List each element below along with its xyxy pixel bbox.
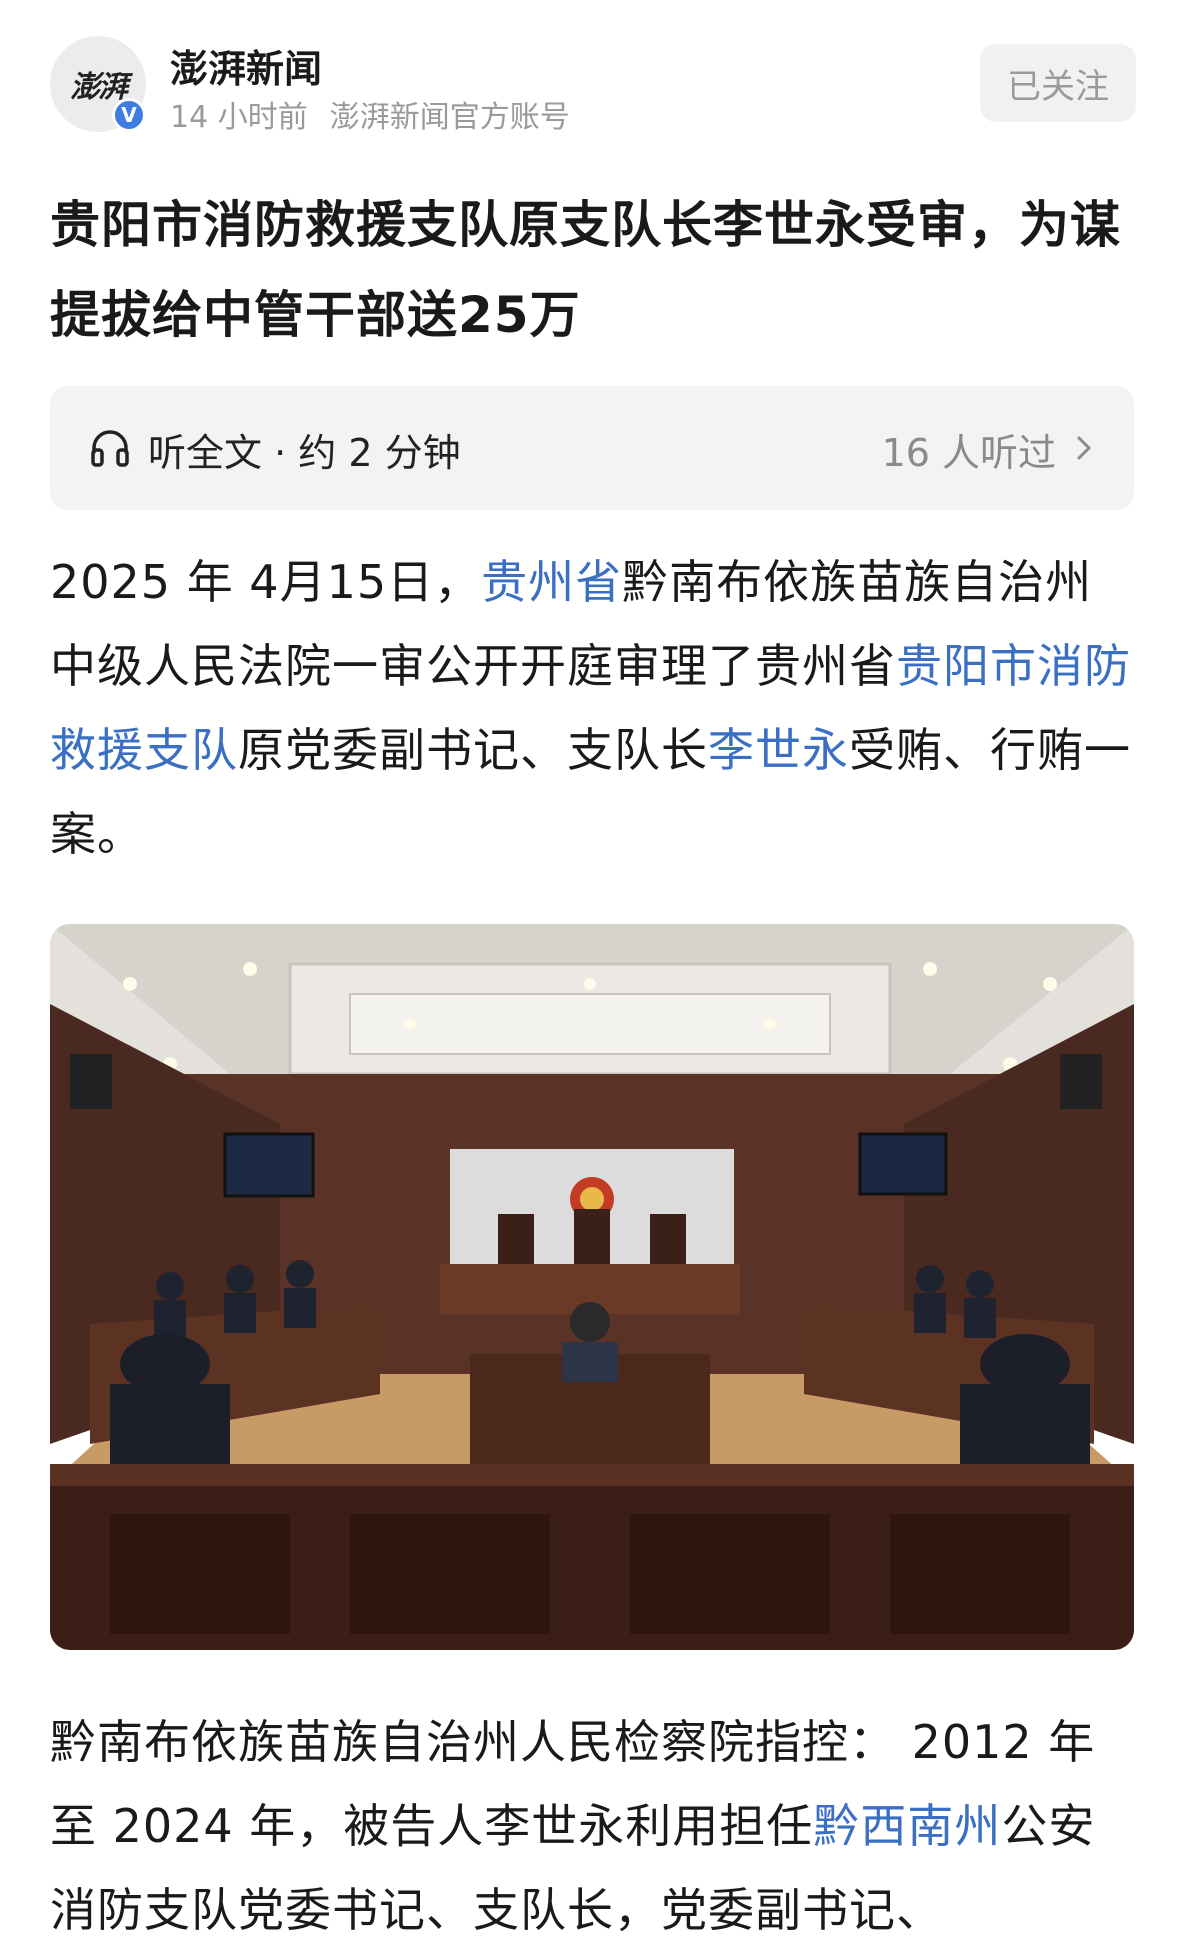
chevron-right-icon (1077, 436, 1091, 460)
paragraph-text: 2025 年 4月15日， (50, 555, 482, 609)
avatar[interactable]: 澎湃 V (50, 36, 146, 132)
listen-bar[interactable]: 听全文 · 约 2 分钟 16 人听过 (50, 386, 1134, 510)
entity-link-qianxinan[interactable]: 黔西南州 (813, 1799, 1001, 1853)
entity-link-guizhou[interactable]: 贵州省 (481, 555, 622, 609)
article-title: 贵阳市消防救援支队原支队长李世永受审，为谋提拔给中管干部送25万 (50, 196, 1121, 344)
author-meta: 14 小时前 澎湃新闻官方账号 (170, 92, 570, 136)
article-photo[interactable] (50, 924, 1134, 1650)
article-header: 澎湃 V 澎湃新闻 14 小时前 澎湃新闻官方账号 已关注 (50, 36, 1136, 136)
paragraph-text: 原党委副书记、支队长 (238, 723, 708, 777)
author-name[interactable]: 澎湃新闻 (170, 38, 322, 93)
article-paragraph: 2025 年 4月15日，贵州省黔南布依族苗族自治州中级人民法院一审公开开庭审理… (50, 540, 1134, 876)
verified-badge-icon: V (112, 98, 146, 132)
article-paragraph: 黔南布依族苗族自治州人民检察院指控： 2012 年至 2024 年，被告人李世永… (50, 1700, 1134, 1952)
courtroom-photo (50, 924, 1134, 1650)
listen-label: 听全文 · 约 2 分钟 (148, 431, 461, 475)
publish-time: 14 小时前 (170, 100, 308, 135)
account-description: 澎湃新闻官方账号 (329, 100, 570, 135)
listen-count: 16 人听过 (881, 431, 1056, 475)
follow-button[interactable]: 已关注 (980, 44, 1136, 122)
headphone-icon (91, 430, 129, 467)
entity-link-li-shiyong[interactable]: 李世永 (708, 723, 849, 777)
